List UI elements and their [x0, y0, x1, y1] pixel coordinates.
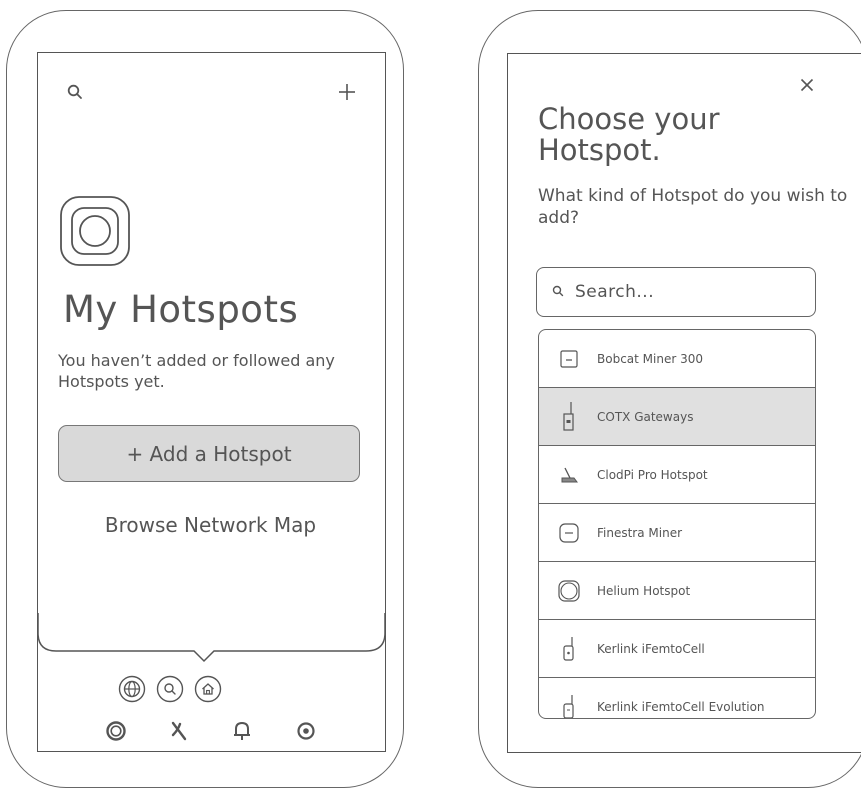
list-item-label: ClodPi Pro Hotspot: [597, 467, 708, 482]
notifications-tab-icon[interactable]: [232, 720, 252, 742]
browse-network-map-link[interactable]: Browse Network Map: [38, 513, 383, 537]
phone-frame-right: Choose your Hotspot. What kind of Hotspo…: [478, 10, 861, 788]
search-icon[interactable]: [67, 84, 83, 100]
finestra-miner-icon: [559, 522, 579, 543]
list-item[interactable]: COTX Gateways: [539, 388, 815, 446]
empty-state-message: You haven’t added or followed any Hotspo…: [58, 351, 335, 391]
search-icon: [552, 285, 564, 297]
cotx-gateway-icon: [563, 401, 574, 431]
kerlink-femtocell-evolution-icon: [563, 695, 574, 718]
hotspot-device-icon: [60, 196, 130, 266]
close-icon[interactable]: [800, 78, 814, 92]
kerlink-femtocell-icon: [563, 636, 574, 661]
search-placeholder: Search...: [575, 282, 655, 302]
phone-frame-left: My Hotspots You haven’t added or followe…: [6, 10, 404, 788]
list-item[interactable]: Finestra Miner: [539, 504, 815, 562]
globe-icon[interactable]: [118, 675, 146, 703]
hotspot-tab-icon[interactable]: [106, 721, 126, 741]
hotspot-type-list[interactable]: Bobcat Miner 300 COTX Gateways ClodPi Pr…: [538, 329, 816, 719]
search-circle-icon[interactable]: [156, 675, 184, 703]
bobcat-miner-icon: [560, 349, 578, 368]
list-item-label: Kerlink iFemtoCell: [597, 641, 705, 656]
home-icon[interactable]: [194, 675, 222, 703]
list-item-label: Finestra Miner: [597, 525, 683, 540]
my-hotspots-screen: My Hotspots You haven’t added or followe…: [37, 52, 386, 752]
list-item[interactable]: Helium Hotspot: [539, 562, 815, 620]
choose-hotspot-screen: Choose your Hotspot. What kind of Hotspo…: [507, 53, 861, 753]
list-item[interactable]: Kerlink iFemtoCell Evolution: [539, 678, 815, 718]
page-title: My Hotspots: [63, 288, 299, 331]
list-item[interactable]: Kerlink iFemtoCell: [539, 620, 815, 678]
clodpi-antenna-icon: [561, 467, 578, 482]
add-hotspot-button[interactable]: + Add a Hotspot: [58, 425, 360, 482]
list-item[interactable]: ClodPi Pro Hotspot: [539, 446, 815, 504]
page-subtitle: What kind of Hotspot do you wish to add?: [538, 186, 848, 228]
settings-tab-icon[interactable]: [296, 721, 316, 741]
page-title: Choose your Hotspot.: [538, 102, 720, 167]
explorer-tab-icon[interactable]: [168, 720, 190, 742]
plus-icon[interactable]: [336, 81, 358, 103]
list-item-label: Helium Hotspot: [597, 583, 691, 598]
list-item[interactable]: Bobcat Miner 300: [539, 330, 815, 388]
list-item-label: Bobcat Miner 300: [597, 351, 703, 366]
helium-hotspot-icon: [558, 579, 580, 602]
sheet-edge-divider: [37, 613, 386, 663]
search-input[interactable]: Search...: [536, 267, 816, 317]
list-item-label: COTX Gateways: [597, 409, 694, 424]
list-item-label: Kerlink iFemtoCell Evolution: [597, 700, 765, 714]
